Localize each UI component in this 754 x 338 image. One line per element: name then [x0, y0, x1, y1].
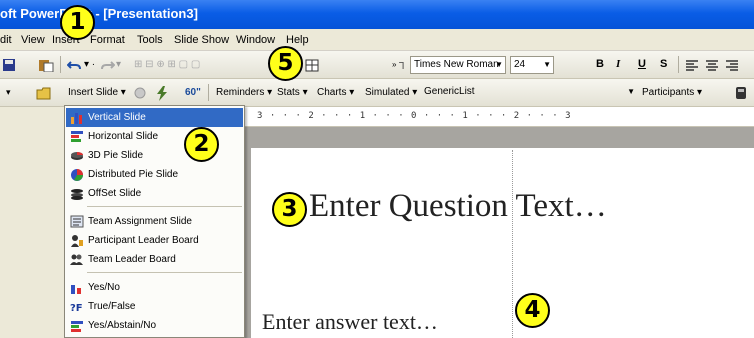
menu-item-label: Yes/No — [88, 282, 120, 293]
stats-label: Stats — [277, 87, 300, 98]
answer-text-placeholder[interactable]: Enter answer text… — [262, 309, 438, 335]
offset-slide-icon — [71, 189, 83, 200]
callout-3: 3 — [272, 192, 307, 227]
simulated-button[interactable]: Simulated ▾ — [361, 84, 421, 101]
yes-abstain-no-icon — [71, 321, 83, 332]
font-size-select[interactable]: 24 ▼ — [510, 56, 554, 74]
menu-item-label: Participant Leader Board — [88, 235, 199, 246]
3d-pie-icon — [71, 152, 83, 160]
table-icon[interactable] — [305, 59, 319, 72]
menu-item-distributed-pie-slide[interactable]: Distributed Pie Slide — [66, 165, 243, 184]
italic-button[interactable]: I — [612, 56, 624, 73]
callout-5: 5 — [268, 46, 303, 81]
menu-item-true-false[interactable]: ?F True/False — [66, 297, 243, 316]
menu-slide-show[interactable]: Slide Show — [174, 34, 229, 46]
align-center-icon[interactable] — [705, 59, 719, 71]
team-assignment-icon — [70, 215, 84, 228]
menu-bar: dit View Insert Format Tools Slide Show … — [0, 29, 754, 51]
true-false-icon: ?F — [70, 303, 83, 313]
shadow-button[interactable]: S — [656, 56, 671, 73]
svg-text:?F: ?F — [70, 303, 83, 313]
list-value: GenericList — [424, 86, 475, 97]
ruler-marks: 3 · · · 2 · · · 1 · · · 0 · · · 1 · · · … — [257, 111, 572, 121]
save-icon[interactable] — [2, 58, 16, 72]
horizontal-ruler: 3 · · · 2 · · · 1 · · · 0 · · · 1 · · · … — [245, 107, 754, 127]
reminders-button[interactable]: Reminders ▾ — [212, 84, 276, 101]
menu-window[interactable]: Window — [236, 34, 275, 46]
menu-item-label: OffSet Slide — [88, 188, 142, 199]
menu-tools[interactable]: Tools — [137, 34, 163, 46]
center-guide-line — [512, 150, 513, 338]
menu-help[interactable]: Help — [286, 34, 309, 46]
yes-no-icon — [71, 285, 81, 294]
participants-button[interactable]: Participants ▾ — [638, 84, 706, 101]
participants-label: Participants — [642, 87, 695, 98]
charts-button[interactable]: Charts ▾ — [313, 84, 358, 101]
menu-edit[interactable]: dit — [0, 34, 12, 46]
callout-4: 4 — [515, 293, 550, 328]
underline-button[interactable]: U — [634, 56, 650, 73]
undo-dropdown-arrow[interactable]: ▾ · — [80, 56, 99, 73]
menu-item-vertical-slide[interactable]: Vertical Slide — [66, 108, 243, 127]
svg-text:Ꞁ: Ꞁ — [399, 61, 405, 71]
toolbar-grip-arrow[interactable]: ▾ — [2, 84, 15, 101]
formatting-toolbar: ▾ · ▾ ⊞ ⊟ ⊕ ⊞ ▢ ▢ » Ꞁ Times New Roman ▼ 2… — [0, 51, 754, 79]
callout-1: 1 — [60, 5, 95, 40]
disabled-toolbar-icons: ⊞ ⊟ ⊕ ⊞ ▢ ▢ — [134, 59, 201, 70]
menu-item-label: 3D Pie Slide — [88, 150, 144, 161]
menu-item-participant-leader-board[interactable]: Participant Leader Board — [66, 231, 243, 250]
menu-item-label: Distributed Pie Slide — [88, 169, 179, 180]
polling-toolbar: ▾ Insert Slide ▾ 60" Reminders ▾ Stats ▾… — [0, 79, 754, 107]
insert-slide-button[interactable]: Insert Slide ▾ — [64, 84, 130, 101]
font-size-value: 24 — [514, 59, 526, 70]
font-icon: Ꞁ — [399, 61, 405, 71]
menu-item-offset-slide[interactable]: OffSet Slide — [66, 184, 243, 203]
paste-icon[interactable] — [38, 58, 54, 72]
menu-separator — [87, 272, 242, 273]
vertical-bar-chart-icon — [71, 113, 82, 124]
simulated-label: Simulated — [365, 87, 410, 98]
chevron-down-icon: ▼ — [543, 60, 551, 69]
menu-item-yes-no[interactable]: Yes/No — [66, 278, 243, 297]
question-text-placeholder[interactable]: Enter Question Text… — [309, 188, 607, 225]
horizontal-bar-chart-icon — [71, 131, 83, 142]
align-left-icon[interactable] — [685, 59, 699, 71]
insert-slide-label: Insert Slide — [68, 87, 119, 98]
menu-item-team-assignment-slide[interactable]: Team Assignment Slide — [66, 212, 243, 231]
font-name-value: Times New Roman — [414, 59, 499, 70]
lightning-icon[interactable] — [155, 86, 169, 101]
menu-item-label: Team Assignment Slide — [88, 216, 192, 227]
menu-item-team-leader-board[interactable]: Team Leader Board — [66, 250, 243, 269]
distributed-pie-icon — [71, 169, 83, 181]
font-name-select[interactable]: Times New Roman ▼ — [410, 56, 506, 74]
callout-2: 2 — [184, 127, 219, 162]
menu-item-label: True/False — [88, 301, 136, 312]
reminders-label: Reminders — [216, 87, 265, 98]
align-right-icon[interactable] — [725, 59, 739, 71]
device-icon[interactable] — [734, 86, 748, 100]
menu-view[interactable]: View — [21, 34, 45, 46]
folder-icon[interactable] — [36, 86, 52, 100]
team-leader-icon — [70, 254, 83, 265]
window-title: oft PowerPoint - [Presentation3] — [0, 6, 198, 21]
bold-button[interactable]: B — [592, 56, 608, 73]
stats-button[interactable]: Stats ▾ — [273, 84, 312, 101]
list-select[interactable]: GenericList ▼ — [421, 84, 637, 102]
menu-item-label: Horizontal Slide — [88, 131, 159, 142]
charts-label: Charts — [317, 87, 347, 98]
menu-item-label: Yes/Abstain/No — [88, 320, 157, 331]
undo-icon[interactable] — [67, 59, 81, 71]
glasses-icon[interactable]: 60" — [181, 84, 205, 101]
menu-item-yes-abstain-no[interactable]: Yes/Abstain/No — [66, 316, 243, 335]
chevron-down-icon: ▼ — [627, 87, 635, 96]
participant-leader-icon — [71, 235, 83, 247]
redo-dropdown-arrow[interactable]: ▾ — [112, 56, 125, 73]
menu-format[interactable]: Format — [90, 34, 125, 46]
menu-item-label: Team Leader Board — [88, 254, 176, 265]
title-bar: oft PowerPoint - [Presentation3] — [0, 0, 754, 29]
menu-separator — [87, 206, 242, 207]
circle-icon[interactable] — [134, 87, 146, 99]
chevron-down-icon: ▼ — [495, 60, 503, 69]
menu-item-label: Vertical Slide — [88, 112, 146, 123]
